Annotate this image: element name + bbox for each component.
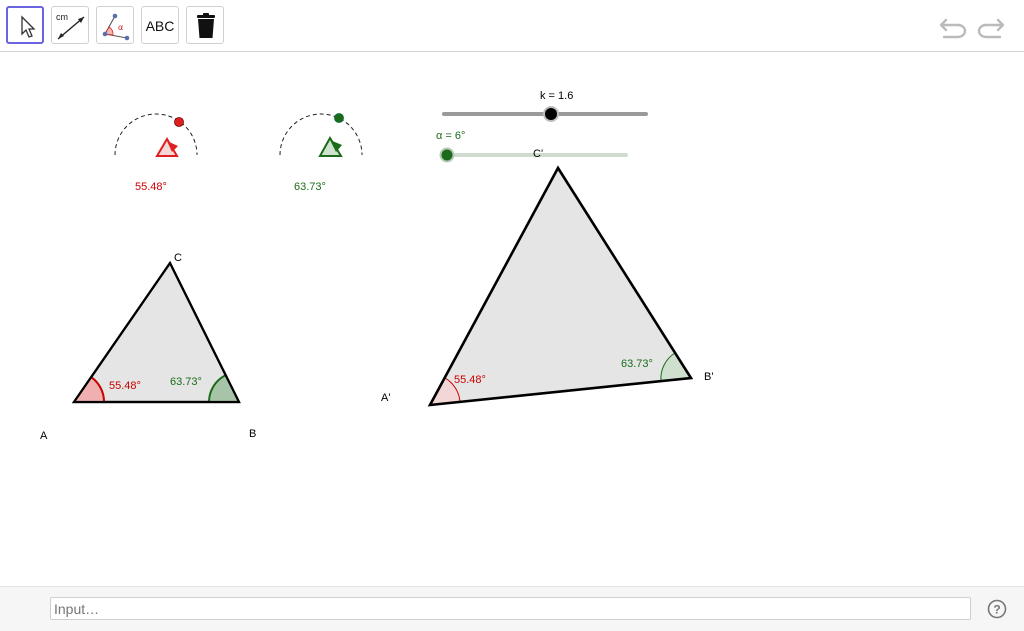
help-icon-glyph: ?	[993, 603, 1000, 617]
triangle-image-angle-a-label: 55.48°	[454, 374, 486, 386]
red-angle-value: 55.48°	[135, 181, 167, 193]
segment-tool-label: cm	[56, 12, 68, 22]
vertex-a-prime-label: A'	[381, 392, 390, 404]
delete-tool-button[interactable]	[186, 6, 224, 44]
help-icon[interactable]: ?	[987, 599, 1007, 619]
vertex-b-label: B	[249, 428, 256, 440]
angle-tool-label: α	[118, 23, 123, 32]
segment-with-length-icon: cm	[56, 12, 85, 40]
vertex-c-label: C	[174, 252, 182, 264]
input-bar: ?	[0, 586, 1024, 631]
red-angle-dial-arc	[114, 113, 198, 156]
alpha-slider-label: α = 6°	[436, 130, 465, 142]
undo-icon[interactable]	[938, 12, 970, 40]
algebra-input-field[interactable]	[50, 597, 971, 620]
k-slider-handle[interactable]	[545, 108, 557, 120]
move-tool-button[interactable]	[6, 6, 44, 44]
triangle-abc-angle-b-label: 63.73°	[170, 376, 202, 388]
graphics-view[interactable]: k = 1.6 α = 6° 55.48° 63.73° 55.48° 63.7…	[0, 52, 1024, 586]
angle-tool-button[interactable]: α	[96, 6, 134, 44]
redo-icon[interactable]	[974, 12, 1006, 40]
green-angle-handle[interactable]	[334, 113, 344, 123]
graphics-svg: k = 1.6 α = 6° 55.48° 63.73° 55.48° 63.7…	[40, 90, 713, 442]
triangle-abc-angle-a-label: 55.48°	[109, 380, 141, 392]
vertex-b-prime-label: B'	[704, 371, 713, 383]
green-angle-value: 63.73°	[294, 181, 326, 193]
vertex-c-prime-label: C'	[533, 148, 543, 160]
toolbar: cm α ABC	[0, 0, 1024, 52]
text-tool-button[interactable]: ABC	[141, 6, 179, 44]
k-slider-label: k = 1.6	[540, 90, 573, 102]
angle-icon: α	[102, 13, 130, 41]
cursor-arrow-icon	[21, 15, 36, 38]
green-angle-dial-arc	[279, 113, 363, 156]
segment-tool-button[interactable]: cm	[51, 6, 89, 44]
alpha-slider-handle[interactable]	[441, 149, 453, 161]
red-angle-handle[interactable]	[174, 117, 184, 127]
vertex-a-label: A	[40, 430, 48, 442]
triangle-image-angle-b-label: 63.73°	[621, 358, 653, 370]
trash-icon	[197, 13, 215, 38]
text-tool-label: ABC	[145, 18, 175, 34]
